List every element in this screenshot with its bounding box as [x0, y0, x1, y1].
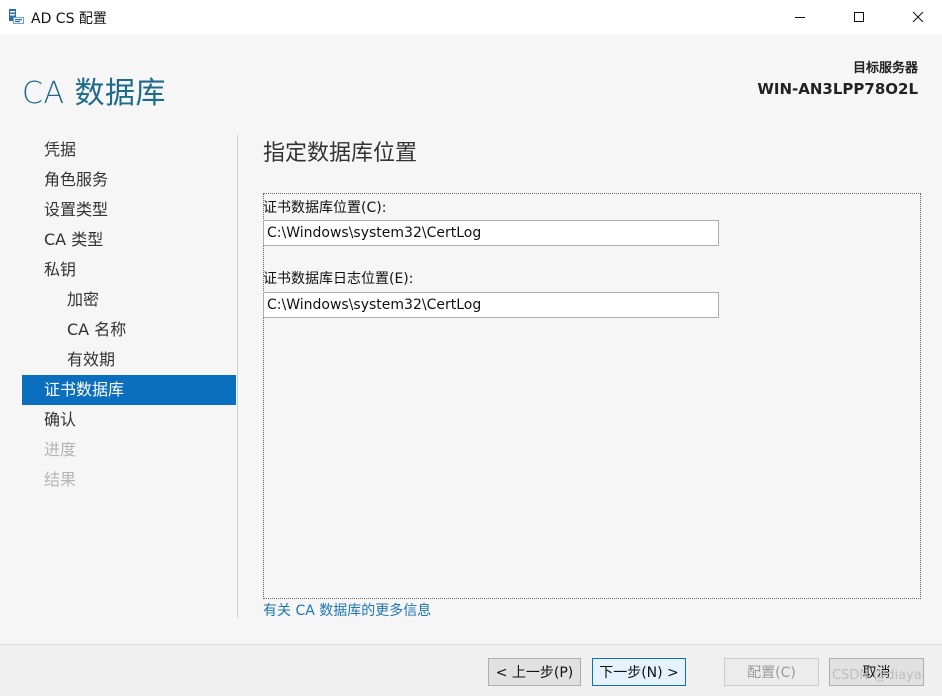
minimize-button[interactable]	[777, 0, 823, 34]
minimize-icon	[795, 17, 805, 18]
nav-item-credentials[interactable]: 凭据	[22, 135, 236, 165]
window-title: AD CS 配置	[31, 11, 107, 27]
nav-item-progress: 进度	[44, 440, 77, 459]
previous-button[interactable]: < 上一步(P)	[488, 658, 581, 686]
configure-button: 配置(C)	[724, 658, 819, 686]
db-location-label: 证书数据库位置(C):	[263, 200, 387, 216]
maximize-icon	[854, 12, 864, 22]
watermark: CSDN @diaya	[832, 668, 922, 683]
maximize-button[interactable]	[836, 0, 882, 34]
nav-item-ca-name[interactable]: CA 名称	[22, 315, 236, 345]
log-location-label: 证书数据库日志位置(E):	[263, 271, 414, 287]
log-location-input[interactable]	[263, 292, 719, 318]
nav-item-role-services[interactable]: 角色服务	[22, 165, 236, 195]
more-info-link[interactable]: 有关 CA 数据库的更多信息	[263, 600, 431, 620]
wizard-nav: 凭据 角色服务 设置类型 CA 类型 私钥 加密 CA 名称 有效期 证书数据库…	[22, 135, 236, 495]
nav-divider	[237, 135, 238, 618]
server-manager-icon	[7, 8, 25, 26]
nav-item-private-key[interactable]: 私钥	[22, 255, 236, 285]
title-bar: AD CS 配置	[0, 0, 942, 34]
nav-item-certificate-database[interactable]: 证书数据库	[22, 375, 236, 405]
nav-item-results: 结果	[44, 470, 77, 489]
section-title: 指定数据库位置	[263, 141, 418, 166]
nav-item-confirmation[interactable]: 确认	[22, 405, 236, 435]
close-icon	[912, 11, 924, 23]
nav-item-ca-type[interactable]: CA 类型	[22, 225, 236, 255]
nav-item-setup-type[interactable]: 设置类型	[22, 195, 236, 225]
page-title: CA 数据库	[22, 76, 167, 111]
next-button[interactable]: 下一步(N) >	[592, 658, 686, 686]
db-location-input[interactable]	[263, 220, 719, 246]
target-server-name: WIN-AN3LPP78O2L	[757, 80, 918, 98]
nav-item-cryptography[interactable]: 加密	[22, 285, 236, 315]
database-location-panel	[263, 193, 921, 599]
nav-item-validity-period[interactable]: 有效期	[22, 345, 236, 375]
target-server-label: 目标服务器	[852, 61, 918, 76]
close-button[interactable]	[895, 0, 941, 34]
